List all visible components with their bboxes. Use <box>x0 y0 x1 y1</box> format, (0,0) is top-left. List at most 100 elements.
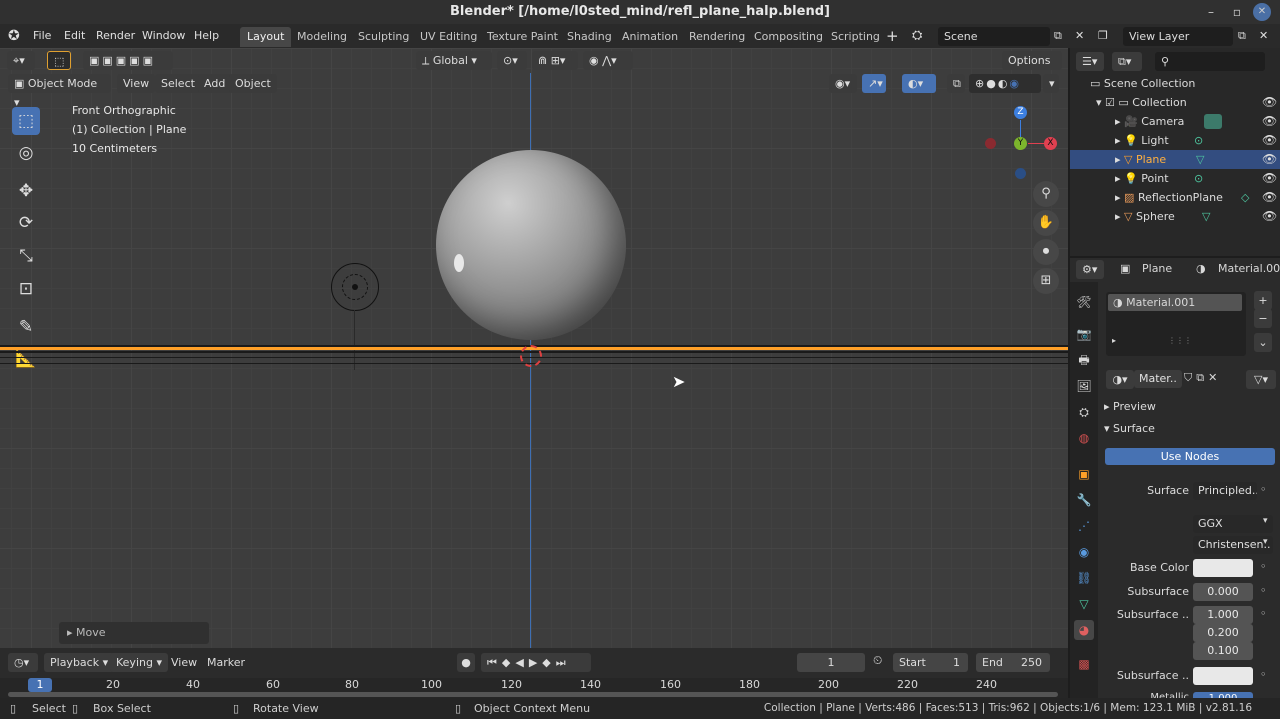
mesh-data-icon[interactable]: ▽ <box>1202 207 1210 226</box>
view-layer-new-icon[interactable]: ⧉ <box>1238 24 1246 48</box>
outliner-scene-collection[interactable]: ▭ Scene Collection <box>1070 74 1280 93</box>
outliner-editor-icon[interactable]: ☰▾ <box>1076 52 1104 71</box>
material-slot-row[interactable]: ◑ Material.001 <box>1108 294 1242 311</box>
tool-transform-icon[interactable]: ⊡ <box>12 275 40 303</box>
end-frame-field[interactable]: End 250 <box>976 653 1050 672</box>
particles-tab-icon[interactable]: ⋰ <box>1074 516 1094 536</box>
tool-select-box-icon[interactable]: ⬚ <box>12 107 40 135</box>
tool-cursor-icon[interactable]: ◎ <box>12 139 40 167</box>
world-tab-icon[interactable]: ◍ <box>1074 428 1094 448</box>
use-nodes-button[interactable]: Use Nodes <box>1105 448 1275 465</box>
menu-file[interactable]: File <box>33 24 51 48</box>
metallic-value[interactable]: 1.000 <box>1193 692 1253 698</box>
camera-view-icon[interactable]: ⏺ <box>1033 239 1059 265</box>
blender-logo-icon[interactable]: ✪ <box>8 24 20 48</box>
texture-tab-icon[interactable]: ▩ <box>1074 654 1094 674</box>
current-frame-field[interactable]: 1 <box>797 653 865 672</box>
shading-modes-icons[interactable]: ⊕●◐◉ <box>969 74 1041 93</box>
socket-icon[interactable]: ◦ <box>1260 668 1267 681</box>
eye-icon[interactable]: 👁 <box>1262 169 1277 188</box>
tab-scripting[interactable]: Scripting <box>824 27 887 47</box>
gizmo-neg-z[interactable] <box>1015 168 1026 179</box>
radius-y-value[interactable]: 0.200 <box>1193 624 1253 642</box>
tab-rendering[interactable]: Rendering <box>682 27 752 47</box>
output-tab-icon[interactable]: 🖶 <box>1074 350 1094 370</box>
camera-data-icon[interactable] <box>1204 114 1222 129</box>
distribution-select[interactable]: GGX <box>1193 515 1273 533</box>
timeline-scrollbar[interactable] <box>8 692 1058 697</box>
menu-render[interactable]: Render <box>96 24 135 48</box>
surface-shader-field[interactable]: Principled.. <box>1193 482 1257 500</box>
gizmo-toggle-icon[interactable]: ↗▾ <box>862 74 886 93</box>
socket-icon[interactable]: ◦ <box>1260 607 1267 620</box>
eye-icon[interactable]: 👁 <box>1262 150 1277 169</box>
eye-icon[interactable]: 👁 <box>1262 131 1277 150</box>
view-layer-remove-icon[interactable]: ✕ <box>1259 24 1268 48</box>
tab-layout[interactable]: Layout <box>240 27 292 47</box>
socket-icon[interactable]: ◦ <box>1260 584 1267 597</box>
scene-selector[interactable]: Scene <box>938 27 1050 46</box>
outliner-item-reflectionplane[interactable]: ▸ ▨ ReflectionPlane ◇ 👁 <box>1070 188 1280 207</box>
render-tab-icon[interactable]: 📷 <box>1074 324 1094 344</box>
radius-z-value[interactable]: 0.100 <box>1193 642 1253 660</box>
minimize-button[interactable]: – <box>1200 0 1222 24</box>
base-color-swatch[interactable] <box>1193 559 1253 577</box>
options-dropdown[interactable]: Options ▾ <box>1002 51 1062 86</box>
close-button[interactable]: ✕ <box>1253 3 1271 21</box>
scene-new-icon[interactable]: ⧉ <box>1054 24 1062 48</box>
tool-annotate-icon[interactable]: ✎ <box>12 313 40 341</box>
tab-texture-paint[interactable]: Texture Paint <box>480 27 565 47</box>
gizmo-x-axis[interactable]: X <box>1044 137 1057 150</box>
list-expand-icon[interactable]: ▸ <box>1112 336 1116 345</box>
probe-data-icon[interactable]: ◇ <box>1241 188 1249 207</box>
clock-icon[interactable]: ⏲ <box>873 653 882 668</box>
record-icon[interactable]: ● <box>457 653 475 672</box>
preview-panel-header[interactable]: ▸ Preview <box>1104 400 1156 413</box>
subsurface-value[interactable]: 0.000 <box>1193 583 1253 601</box>
data-tab-icon[interactable]: ▽ <box>1074 594 1094 614</box>
editor-type-icon[interactable]: ⌖▾ <box>7 51 35 70</box>
tab-shading[interactable]: Shading <box>560 27 619 47</box>
outliner-search-input[interactable]: ⚲ <box>1155 52 1265 71</box>
outliner-item-plane[interactable]: ▸ ▽ Plane ▽ 👁 <box>1070 150 1280 169</box>
shading-options-icon[interactable]: ▾ <box>1043 74 1059 93</box>
tab-sculpting[interactable]: Sculpting <box>351 27 416 47</box>
view-menu[interactable]: View <box>117 74 156 93</box>
playback-menu[interactable]: Playback ▾ <box>44 653 115 672</box>
material-name-field[interactable]: Mater.. <box>1134 370 1182 388</box>
radius-x-value[interactable]: 1.000 <box>1193 606 1253 624</box>
eye-icon[interactable]: 👁 <box>1262 188 1277 207</box>
playhead[interactable]: 1 <box>28 678 52 692</box>
context-material[interactable]: Material.001 <box>1218 262 1280 275</box>
snap-icon[interactable]: ⋒ ⊞▾ <box>532 51 578 70</box>
proportional-edit-icon[interactable]: ◉ ⋀▾ <box>583 51 633 70</box>
sphere-object[interactable] <box>436 150 626 340</box>
gizmo-neg-x[interactable] <box>985 138 996 149</box>
subsurface-color-swatch[interactable] <box>1193 667 1253 685</box>
tool-rotate-icon[interactable]: ⟳ <box>12 209 40 237</box>
pan-hand-icon[interactable]: ✋ <box>1033 210 1059 236</box>
properties-editor-icon[interactable]: ⚙▾ <box>1076 260 1104 279</box>
tool-scale-icon[interactable]: ⤡ <box>12 242 40 270</box>
start-frame-field[interactable]: Start 1 <box>893 653 968 672</box>
material-tab-icon[interactable]: ◕ <box>1074 620 1094 640</box>
material-slot-list[interactable]: ◑ Material.001 ▸ ⋮⋮⋮ <box>1106 292 1246 356</box>
light-data-icon[interactable]: ⊙ <box>1194 131 1203 150</box>
playback-controls-icons[interactable]: ⏮◆◀▶◆⏭ <box>481 653 591 672</box>
list-resize-handle[interactable]: ⋮⋮⋮ <box>1168 336 1192 345</box>
link-data-icon[interactable]: ▽▾ <box>1246 370 1276 389</box>
3d-cursor-icon[interactable] <box>520 345 542 367</box>
subsurface-method-select[interactable]: Christensen.. <box>1193 536 1273 554</box>
marker-menu[interactable]: Marker <box>201 653 251 672</box>
display-mode-icon[interactable]: ⧉▾ <box>1112 52 1142 71</box>
modifier-tab-icon[interactable]: 🔧 <box>1074 490 1094 510</box>
outliner-item-point[interactable]: ▸ 💡 Point ⊙ 👁 <box>1070 169 1280 188</box>
outliner-item-light[interactable]: ▸ 💡 Light ⊙ 👁 <box>1070 131 1280 150</box>
outliner-item-collection[interactable]: ▾ ☑ ▭ Collection 👁 <box>1070 93 1280 112</box>
pivot-icon[interactable]: ⊙▾ <box>497 51 527 70</box>
context-object[interactable]: Plane <box>1142 262 1172 275</box>
visibility-icon[interactable]: ◉▾ <box>829 74 857 93</box>
transform-orientation-select[interactable]: ⟂ Global ▾ <box>416 51 492 70</box>
tool-tab-icon[interactable]: 🛠 <box>1074 292 1094 312</box>
add-workspace-icon[interactable]: + <box>886 24 899 48</box>
